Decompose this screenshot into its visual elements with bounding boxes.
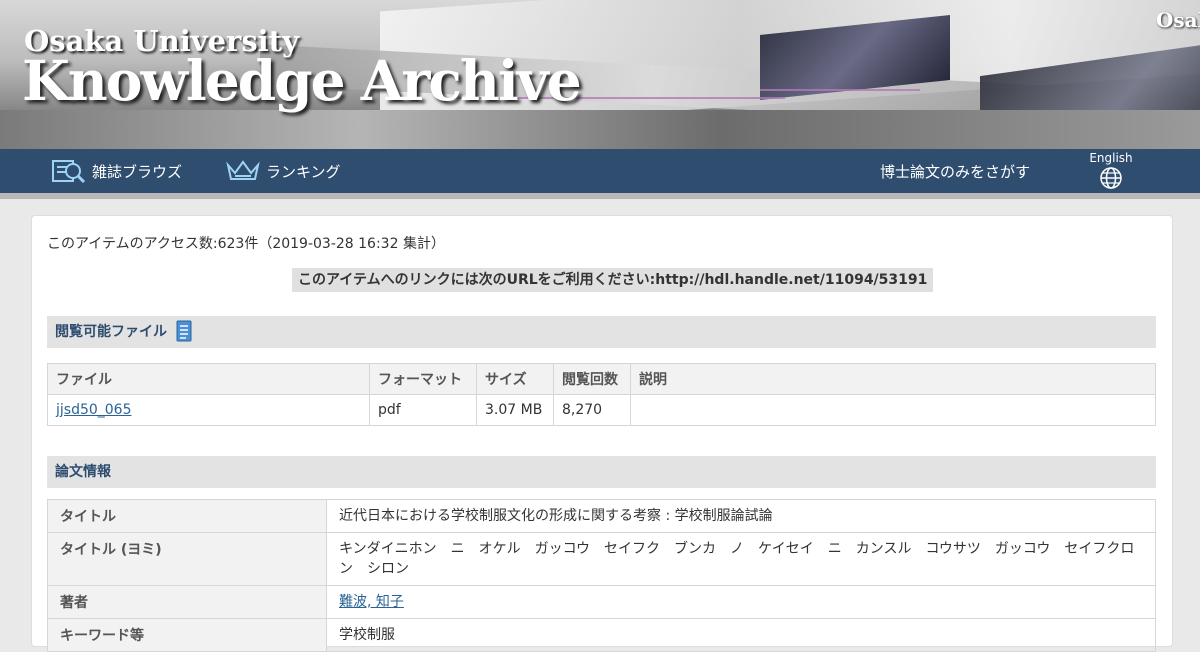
nav-browse-label: 雑誌ブラウズ (92, 162, 183, 181)
table-row: 著者 難波, 知子 (47, 585, 1156, 619)
nav-thesis-label: 博士論文のみをさがす (880, 162, 1031, 181)
metadata-table: タイトル 近代日本における学校制服文化の形成に関する考察 : 学校制服論試論 タ… (47, 499, 1156, 652)
university-name-corner: Osaka (1156, 8, 1200, 32)
table-header-row: ファイル フォーマット サイズ 閲覧回数 説明 (47, 363, 1156, 395)
language-label: English (1089, 151, 1133, 165)
files-table: ファイル フォーマット サイズ 閲覧回数 説明 jjsd50_065 pdf 3… (47, 363, 1156, 426)
views-cell: 8,270 (553, 394, 631, 426)
globe-icon (1100, 167, 1122, 189)
file-download-link[interactable]: jjsd50_065 (56, 402, 132, 418)
crown-icon (226, 160, 260, 180)
nav-thesis-search[interactable]: 博士論文のみをさがす (880, 149, 1030, 193)
item-panel: このアイテムのアクセス数:623件（2019-03-28 16:32 集計） こ… (31, 215, 1173, 652)
row-label: タイトル (47, 499, 327, 533)
permalink-box[interactable]: このアイテムへのリンクには次のURLをご利用ください:http://hdl.ha… (292, 268, 934, 292)
column-header: 説明 (630, 363, 1156, 395)
title-reading-value: キンダイニホン ニ オケル ガッコウ セイフク ブンカ ノ ケイセイ ニ カンス… (326, 532, 1156, 586)
access-count: このアイテムのアクセス数:623件（2019-03-28 16:32 集計） (47, 236, 445, 252)
site-banner: Osaka University Knowledge Archive Osaka (0, 0, 1200, 149)
format-cell: pdf (369, 394, 477, 426)
banner-graphic (0, 110, 1200, 149)
files-section-title: 閲覧可能ファイル (55, 324, 167, 340)
table-row: タイトル 近代日本における学校制服文化の形成に関する考察 : 学校制服論試論 (47, 499, 1156, 533)
navbar: 雑誌ブラウズ ランキング 博士論文のみをさがす English (0, 149, 1200, 199)
column-header: 閲覧回数 (553, 363, 631, 395)
column-header: ファイル (47, 363, 370, 395)
author-link[interactable]: 難波, 知子 (339, 594, 404, 610)
files-section-heading: 閲覧可能ファイル (47, 316, 1156, 348)
size-cell: 3.07 MB (476, 394, 554, 426)
document-icon (176, 320, 192, 341)
language-switch[interactable]: English (1088, 151, 1134, 193)
info-section-title: 論文情報 (55, 464, 111, 480)
nav-ranking[interactable]: ランキング (226, 149, 341, 193)
magazine-search-icon (52, 160, 86, 184)
banner-graphic (760, 89, 920, 91)
keyword-value: 学校制服 (326, 618, 1156, 652)
nav-ranking-label: ランキング (266, 162, 341, 181)
author-cell: 難波, 知子 (326, 585, 1156, 619)
nav-browse-journals[interactable]: 雑誌ブラウズ (52, 149, 182, 193)
table-row: タイトル (ヨミ) キンダイニホン ニ オケル ガッコウ セイフク ブンカ ノ … (47, 532, 1156, 586)
info-section-heading: 論文情報 (47, 456, 1156, 488)
file-cell: jjsd50_065 (47, 394, 370, 426)
table-row: jjsd50_065 pdf 3.07 MB 8,270 (47, 394, 1156, 426)
row-label: キーワード等 (47, 618, 327, 652)
row-label: タイトル (ヨミ) (47, 532, 327, 586)
row-label: 著者 (47, 585, 327, 619)
table-row: キーワード等 学校制服 (47, 618, 1156, 652)
site-title[interactable]: Knowledge Archive (22, 48, 582, 113)
title-value: 近代日本における学校制服文化の形成に関する考察 : 学校制服論試論 (326, 499, 1156, 533)
description-cell (630, 394, 1156, 426)
column-header: フォーマット (369, 363, 477, 395)
column-header: サイズ (476, 363, 554, 395)
